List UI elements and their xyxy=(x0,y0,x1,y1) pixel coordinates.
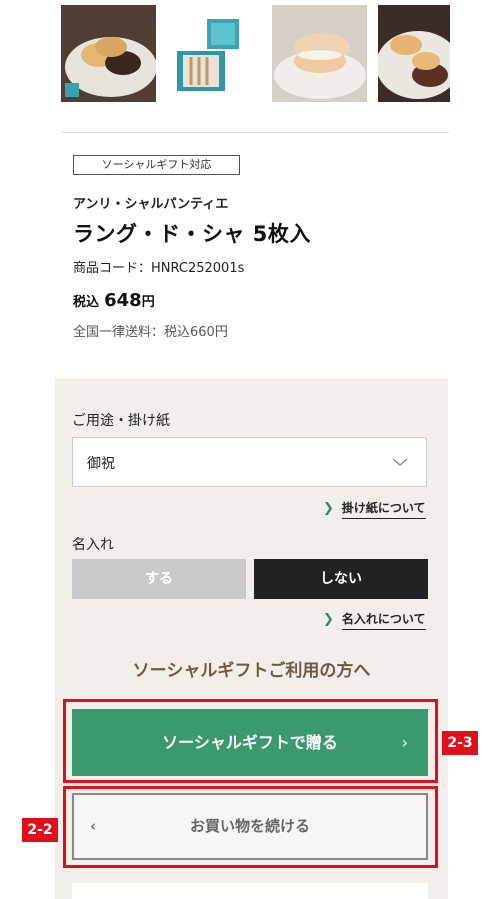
product-code: 商品コード：HNRC252001s xyxy=(73,261,245,276)
chevron-right-icon: ❯ xyxy=(323,612,334,627)
price-tax-label: 税込 xyxy=(73,295,100,310)
name-engraving-yes-button[interactable]: する xyxy=(72,559,246,599)
cookies-plate-image xyxy=(61,5,156,102)
sandwich-cookie-image xyxy=(272,5,367,102)
social-gift-badge: ソーシャルギフト対応 xyxy=(73,155,240,175)
social-gift-button[interactable]: ソーシャルギフトで贈る › xyxy=(72,709,428,776)
cookies-close-up-image xyxy=(378,5,450,102)
price: 税込 648円 xyxy=(73,290,155,311)
price-amount: 648 xyxy=(104,290,142,311)
gift-box-image xyxy=(167,5,262,102)
purpose-info-link[interactable]: ❯ 掛け紙について xyxy=(323,497,426,519)
chevron-right-icon: ❯ xyxy=(323,501,334,516)
thumbnail-gift-box[interactable] xyxy=(167,5,262,102)
next-section-card xyxy=(72,883,428,899)
continue-shopping-button-label: お買い物を続ける xyxy=(189,817,310,835)
purpose-select[interactable]: 御祝 xyxy=(72,437,427,487)
brand-name: アンリ・シャルパンティエ xyxy=(73,197,229,212)
thumbnail-cookies-close-up[interactable] xyxy=(378,5,450,102)
annotation-tag-gift: 2-3 xyxy=(442,731,478,755)
name-engraving-no-button[interactable]: しない xyxy=(254,559,428,599)
name-engraving-info-link-label: 名入れについて xyxy=(341,612,426,630)
purpose-label: ご用途・掛け紙 xyxy=(72,413,170,429)
social-gift-button-label: ソーシャルギフトで贈る xyxy=(162,733,338,752)
chevron-down-icon xyxy=(392,458,408,466)
product-title: ラング・ド・シャ 5枚入 xyxy=(73,222,311,246)
section-divider xyxy=(62,132,449,133)
purpose-select-value: 御祝 xyxy=(87,456,115,472)
name-engraving-label: 名入れ xyxy=(72,537,114,553)
chevron-left-icon: ‹ xyxy=(90,817,96,835)
thumbnail-sandwich-cookie[interactable] xyxy=(272,5,367,102)
price-currency: 円 xyxy=(141,295,155,310)
name-engraving-info-link[interactable]: ❯ 名入れについて xyxy=(323,608,426,630)
shipping-fee: 全国一律送料：税込660円 xyxy=(73,325,228,340)
social-gift-heading: ソーシャルギフトご利用の方へ xyxy=(132,661,371,681)
purpose-info-link-label: 掛け紙について xyxy=(341,501,426,519)
continue-shopping-button[interactable]: ‹ お買い物を続ける xyxy=(72,793,428,860)
thumbnail-cookies-on-plate[interactable] xyxy=(61,5,156,102)
chevron-right-icon: › xyxy=(401,733,408,752)
annotation-tag-continue: 2-2 xyxy=(22,818,58,842)
